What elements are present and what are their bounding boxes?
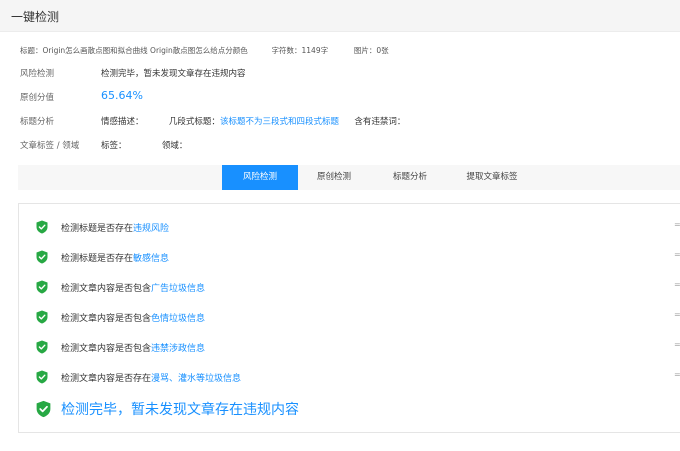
shield-check-icon — [36, 400, 51, 418]
detection-tabs: 风险检测 原创检测 标题分析 提取文章标签 — [18, 165, 680, 190]
check-item-highlight: 色情垃圾信息 — [151, 313, 206, 324]
domain-label: 领域： — [161, 141, 188, 151]
shield-check-icon — [36, 310, 48, 324]
title-analysis-label: 标题分析 — [20, 117, 55, 127]
shield-check-icon — [36, 220, 48, 234]
check-item-text: 检测标题是否存在违规风险 — [61, 221, 169, 234]
tab-originality-detection[interactable]: 原创检测 — [298, 165, 370, 190]
sentiment-label: 情感描述： — [101, 117, 144, 127]
row-edge-mark: = — [674, 340, 680, 349]
check-item-prefix: 检测文章内容是否包含 — [61, 283, 152, 294]
check-item: 检测文章内容是否包含广告垃圾信息 — [36, 280, 205, 294]
check-item-highlight: 广告垃圾信息 — [151, 283, 206, 294]
meta-chars-value: 1149字 — [301, 46, 329, 55]
top-bar: 一键检测 — [0, 0, 680, 32]
segment-label: 几段式标题： — [168, 117, 220, 127]
meta-title-label: 标题： — [20, 46, 43, 55]
check-item-highlight: 敏感信息 — [133, 253, 170, 264]
row-edge-mark: = — [674, 370, 680, 379]
check-item: 检测文章内容是否存在漫骂、灌水等垃圾信息 — [36, 370, 241, 384]
row-edge-mark: = — [674, 220, 680, 229]
check-item-prefix: 检测文章内容是否包含 — [61, 313, 152, 324]
check-item-highlight: 违禁涉政信息 — [151, 343, 206, 354]
meta-chars-label: 字符数： — [271, 46, 302, 55]
banned-words-label: 含有违禁词： — [354, 117, 406, 127]
check-item-text: 检测文章内容是否包含违禁涉政信息 — [61, 341, 205, 354]
check-item-prefix: 检测标题是否存在 — [61, 253, 134, 264]
page-title: 一键检测 — [11, 10, 60, 24]
originality-label: 原创分值 — [20, 93, 55, 103]
check-item-highlight: 违规风险 — [133, 223, 170, 234]
check-item: 检测标题是否存在敏感信息 — [36, 250, 169, 264]
shield-check-icon — [36, 340, 48, 354]
tab-extract-tags[interactable]: 提取文章标签 — [450, 165, 534, 190]
check-item: 检测文章内容是否包含违禁涉政信息 — [36, 340, 205, 354]
segment-value: 该标题不为三段式和四段式标题 — [219, 117, 339, 127]
shield-check-icon — [36, 370, 48, 384]
tab-risk-detection[interactable]: 风险检测 — [222, 165, 298, 190]
originality-score: 65.64% — [101, 89, 143, 102]
meta-images-label: 图片： — [353, 46, 377, 55]
risk-value: 检测完毕，暂未发现文章存在违规内容 — [101, 69, 246, 79]
tab-title-analysis[interactable]: 标题分析 — [370, 165, 450, 190]
check-item-prefix: 检测文章内容是否包含 — [61, 343, 152, 354]
article-meta: 标题：Origin怎么画散点图和拟合曲线 Origin散点图怎么给点分颜色 字符… — [20, 45, 389, 56]
risk-results-panel: 检测标题是否存在违规风险 = 检测标题是否存在敏感信息 = 检测文章内容是否包含… — [18, 203, 680, 433]
row-edge-mark: = — [674, 310, 680, 319]
check-item-highlight: 漫骂、灌水等垃圾信息 — [151, 373, 242, 384]
check-item-text: 检测文章内容是否包含色情垃圾信息 — [61, 311, 205, 324]
risk-label: 风险检测 — [20, 69, 55, 79]
final-result: 检测完毕，暂未发现文章存在违规内容 — [36, 399, 299, 419]
tags-label: 标签： — [101, 141, 127, 151]
check-item-prefix: 检测标题是否存在 — [61, 223, 134, 234]
tags-domain-values: 标签： 领域： — [101, 139, 187, 151]
check-item-text: 检测标题是否存在敏感信息 — [61, 251, 169, 264]
meta-title-value: Origin怎么画散点图和拟合曲线 Origin散点图怎么给点分颜色 — [42, 46, 248, 55]
tags-domain-label: 文章标签 / 领域 — [20, 141, 80, 151]
shield-check-icon — [36, 250, 48, 264]
shield-check-icon — [36, 280, 48, 294]
check-item-text: 检测文章内容是否存在漫骂、灌水等垃圾信息 — [61, 371, 241, 384]
meta-images-value: 0张 — [376, 46, 389, 55]
check-item-prefix: 检测文章内容是否存在 — [61, 373, 152, 384]
check-item: 检测标题是否存在违规风险 — [36, 220, 169, 234]
check-item: 检测文章内容是否包含色情垃圾信息 — [36, 310, 205, 324]
row-edge-mark: = — [674, 280, 680, 289]
check-item-text: 检测文章内容是否包含广告垃圾信息 — [61, 281, 205, 294]
final-result-text: 检测完毕，暂未发现文章存在违规内容 — [61, 402, 299, 418]
row-edge-mark: = — [674, 250, 680, 259]
title-analysis-values: 情感描述： 几段式标题：该标题不为三段式和四段式标题 含有违禁词： — [101, 115, 405, 127]
